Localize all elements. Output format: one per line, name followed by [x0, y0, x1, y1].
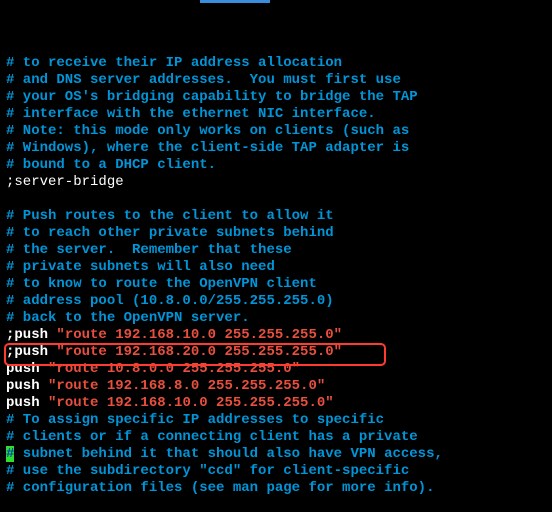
code-line: # interface with the ethernet NIC interf… [6, 106, 546, 123]
code-segment: # the server. Remember that these [6, 242, 292, 258]
code-line: # to know to route the OpenVPN client [6, 276, 546, 293]
code-line: ;server-bridge [6, 174, 546, 191]
code-line: # clients or if a connecting client has … [6, 429, 546, 446]
code-line: # subnet behind it that should also have… [6, 446, 546, 463]
code-segment: # configuration files (see man page for … [6, 480, 434, 496]
code-segment: # Note: this mode only works on clients … [6, 123, 409, 139]
code-line: # your OS's bridging capability to bridg… [6, 89, 546, 106]
code-segment: # To assign specific IP addresses to spe… [6, 412, 384, 428]
code-line: # bound to a DHCP client. [6, 157, 546, 174]
code-segment: ;push [6, 327, 56, 343]
code-segment: # Push routes to the client to allow it [6, 208, 334, 224]
code-segment: "route 192.168.8.0 255.255.255.0" [48, 378, 325, 394]
code-line: # private subnets will also need [6, 259, 546, 276]
code-segment: # private subnets will also need [6, 259, 275, 275]
code-line: ;push "route 192.168.10.0 255.255.255.0" [6, 327, 546, 344]
code-line: # To assign specific IP addresses to spe… [6, 412, 546, 429]
code-line: # and DNS server addresses. You must fir… [6, 72, 546, 89]
code-line: # Push routes to the client to allow it [6, 208, 546, 225]
code-line: # to receive their IP address allocation [6, 55, 546, 72]
terminal-viewport[interactable]: # to receive their IP address allocation… [0, 0, 552, 512]
code-line: # Note: this mode only works on clients … [6, 123, 546, 140]
code-segment: # your OS's bridging capability to bridg… [6, 89, 418, 105]
code-line: ;push "route 192.168.20.0 255.255.255.0" [6, 344, 546, 361]
code-segment: push [6, 395, 48, 411]
code-segment: # clients or if a connecting client has … [6, 429, 418, 445]
code-line: push "route 192.168.10.0 255.255.255.0" [6, 395, 546, 412]
top-accent [200, 0, 270, 3]
code-segment: # to reach other private subnets behind [6, 225, 334, 241]
code-segment: "route 10.8.0.0 255.255.255.0" [48, 361, 300, 377]
code-segment: # interface with the ethernet NIC interf… [6, 106, 376, 122]
code-line: push "route 10.8.0.0 255.255.255.0" [6, 361, 546, 378]
code-line: push "route 192.168.8.0 255.255.255.0" [6, 378, 546, 395]
code-segment: # use the subdirectory "ccd" for client-… [6, 463, 409, 479]
code-lines-container: # to receive their IP address allocation… [6, 55, 546, 497]
code-line: # to reach other private subnets behind [6, 225, 546, 242]
code-segment: # address pool (10.8.0.0/255.255.255.0) [6, 293, 334, 309]
code-line: # the server. Remember that these [6, 242, 546, 259]
code-segment: "route 192.168.20.0 255.255.255.0" [56, 344, 342, 360]
code-line: # use the subdirectory "ccd" for client-… [6, 463, 546, 480]
code-segment: push [6, 361, 48, 377]
code-segment: ;server-bridge [6, 174, 124, 190]
code-segment: # bound to a DHCP client. [6, 157, 216, 173]
code-segment: # to know to route the OpenVPN client [6, 276, 317, 292]
code-segment: "route 192.168.10.0 255.255.255.0" [48, 395, 334, 411]
code-line: # back to the OpenVPN server. [6, 310, 546, 327]
code-segment: # to receive their IP address allocation [6, 55, 342, 71]
code-segment: # back to the OpenVPN server. [6, 310, 250, 326]
code-line: # configuration files (see man page for … [6, 480, 546, 497]
code-line [6, 191, 546, 208]
code-segment: ;push [6, 344, 56, 360]
code-segment: # and DNS server addresses. You must fir… [6, 72, 401, 88]
code-line: # address pool (10.8.0.0/255.255.255.0) [6, 293, 546, 310]
code-line: # Windows), where the client-side TAP ad… [6, 140, 546, 157]
code-segment: "route 192.168.10.0 255.255.255.0" [56, 327, 342, 343]
code-segment: subnet behind it that should also have V… [14, 446, 442, 462]
code-segment: # Windows), where the client-side TAP ad… [6, 140, 409, 156]
code-segment: push [6, 378, 48, 394]
